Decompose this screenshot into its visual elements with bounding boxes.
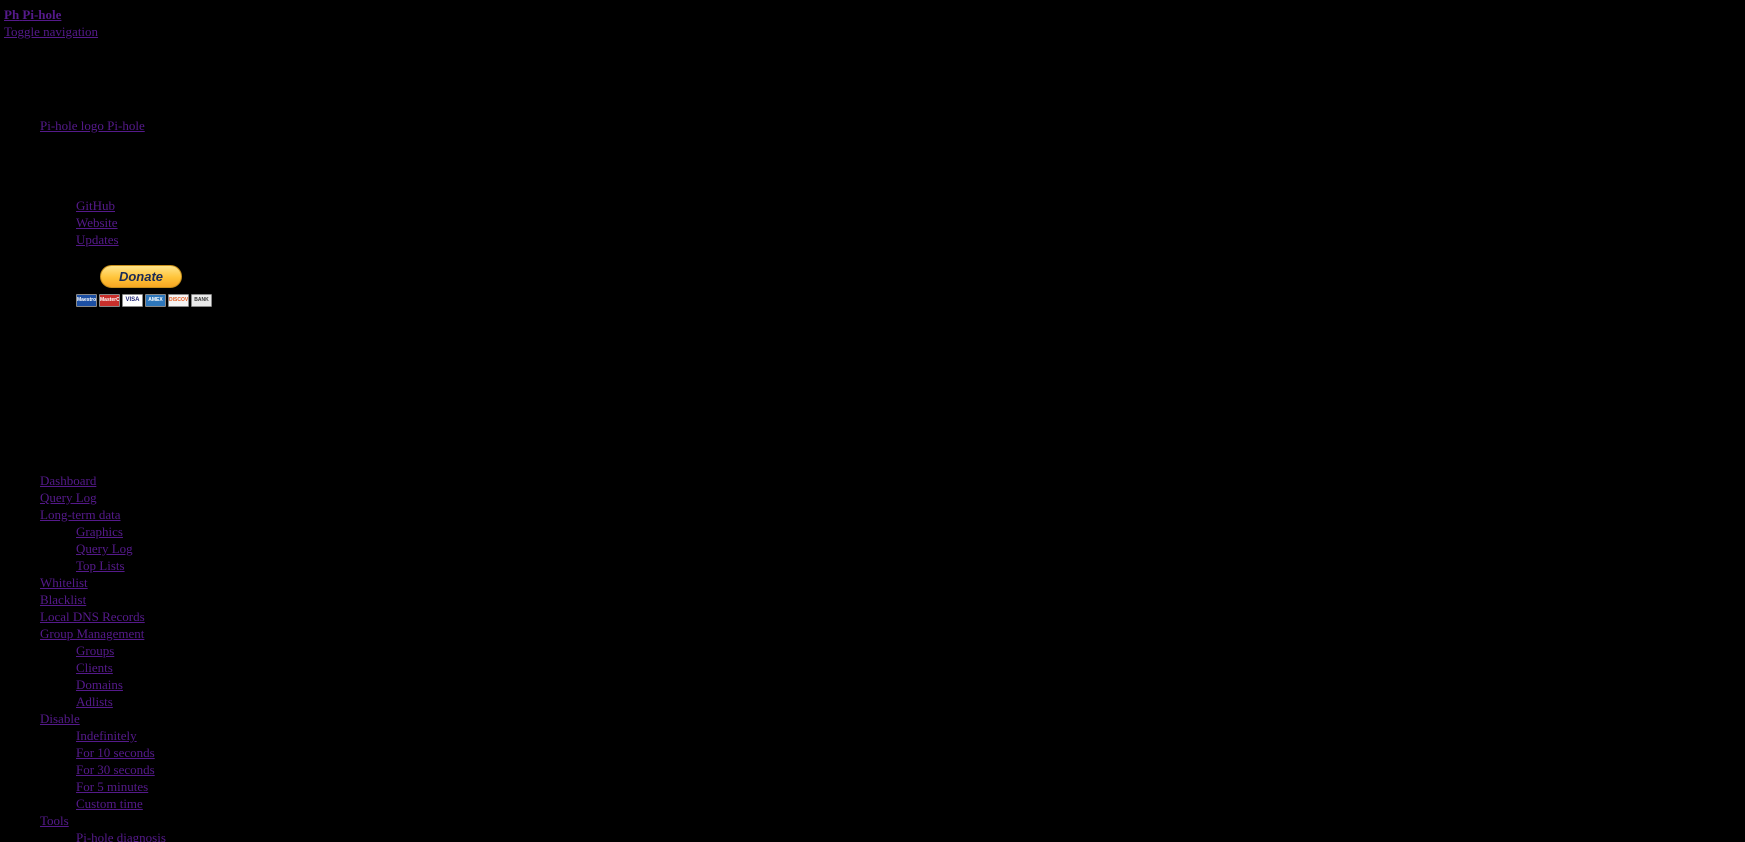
brand-logo-link[interactable]: Ph Pi-hole [4, 6, 61, 23]
sidebar-subitem-disable-30s[interactable]: For 30 seconds [40, 761, 166, 778]
sidebar-item-long-term-data[interactable]: Long-term data [40, 506, 166, 523]
pihole-logo-link[interactable]: Pi-hole logo Pi-hole [40, 117, 145, 134]
sidebar-subitem-disable-indefinitely[interactable]: Indefinitely [40, 727, 166, 744]
brand-large: Pi-hole [22, 7, 62, 22]
sidebar-item-dashboard[interactable]: Dashboard [40, 472, 166, 489]
sidebar-item-query-log[interactable]: Query Log [40, 489, 166, 506]
sidebar-subitem-clients[interactable]: Clients [40, 659, 166, 676]
sidebar-item-local-dns-records[interactable]: Local DNS Records [40, 608, 166, 625]
brand-mini: Ph [4, 7, 20, 22]
sidebar-subitem-long-term-query-log[interactable]: Query Log [40, 540, 166, 557]
payment-cards: Maestro MasterCard VISA AMEX DISCOVER BA… [76, 294, 212, 307]
sidebar-subitem-disable-custom[interactable]: Custom time [40, 795, 166, 812]
updates-link[interactable]: Updates [76, 231, 119, 248]
sidebar-subitem-graphics[interactable]: Graphics [40, 523, 166, 540]
sidebar-menu: Dashboard Query Log Long-term data Graph… [40, 472, 166, 842]
sidebar-subitem-disable-10s[interactable]: For 10 seconds [40, 744, 166, 761]
sidebar-item-whitelist[interactable]: Whitelist [40, 574, 166, 591]
github-link[interactable]: GitHub [76, 197, 119, 214]
sidebar-subitem-disable-5m[interactable]: For 5 minutes [40, 778, 166, 795]
sidebar-subitem-adlists[interactable]: Adlists [40, 693, 166, 710]
sidebar-item-blacklist[interactable]: Blacklist [40, 591, 166, 608]
amex-card-icon: AMEX [145, 294, 166, 307]
sidebar-subitem-domains[interactable]: Domains [40, 676, 166, 693]
toggle-navigation-button[interactable]: Toggle navigation [4, 23, 98, 40]
visa-card-icon: VISA [122, 294, 143, 307]
sidebar-subitem-groups[interactable]: Groups [40, 642, 166, 659]
sidebar-item-disable[interactable]: Disable [40, 710, 166, 727]
bank-card-icon: BANK [191, 294, 212, 307]
sidebar-subitem-pihole-diagnosis[interactable]: Pi-hole diagnosis [40, 829, 166, 842]
sidebar-item-group-management[interactable]: Group Management [40, 625, 166, 642]
sidebar-item-tools[interactable]: Tools [40, 812, 166, 829]
mastercard-card-icon: MasterCard [99, 294, 120, 307]
donate-button[interactable]: Donate [100, 265, 182, 288]
external-links: GitHub Website Updates [76, 197, 119, 248]
maestro-card-icon: Maestro [76, 294, 97, 307]
website-link[interactable]: Website [76, 214, 119, 231]
discover-card-icon: DISCOVER [168, 294, 189, 307]
sidebar-subitem-top-lists[interactable]: Top Lists [40, 557, 166, 574]
